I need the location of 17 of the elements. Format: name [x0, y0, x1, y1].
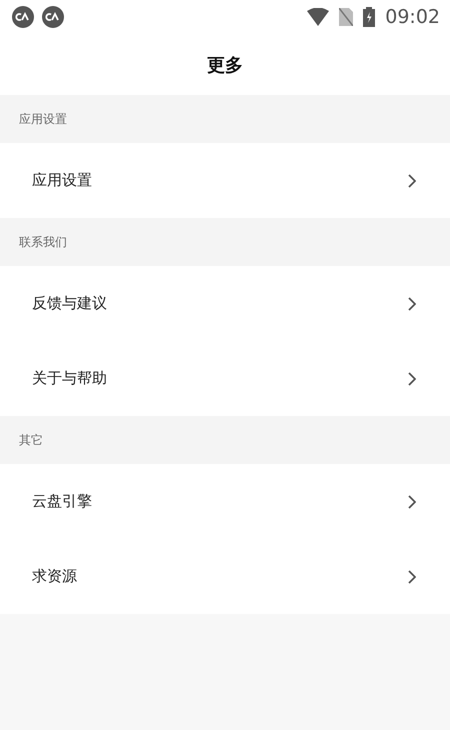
notification-icon — [42, 6, 64, 28]
chevron-icon — [408, 296, 416, 310]
menu-item[interactable]: 应用设置 — [0, 143, 450, 218]
notification-icon — [12, 6, 34, 28]
chevron-icon — [408, 174, 416, 188]
menu-item[interactable]: 云盘引擎 — [0, 464, 450, 539]
chevron-icon — [408, 372, 416, 386]
menu-item[interactable]: 反馈与建议 — [0, 266, 450, 341]
page-title: 更多 — [207, 54, 243, 76]
no-sim-icon — [339, 8, 354, 26]
battery-icon — [363, 7, 376, 27]
wifi-icon — [307, 8, 330, 26]
chevron-icon — [408, 570, 416, 584]
chevron-icon — [408, 494, 416, 508]
menu-item[interactable]: 求资源 — [0, 539, 450, 614]
clock-time: 09:02 — [385, 6, 440, 28]
menu-item[interactable]: 关于与帮助 — [0, 341, 450, 416]
